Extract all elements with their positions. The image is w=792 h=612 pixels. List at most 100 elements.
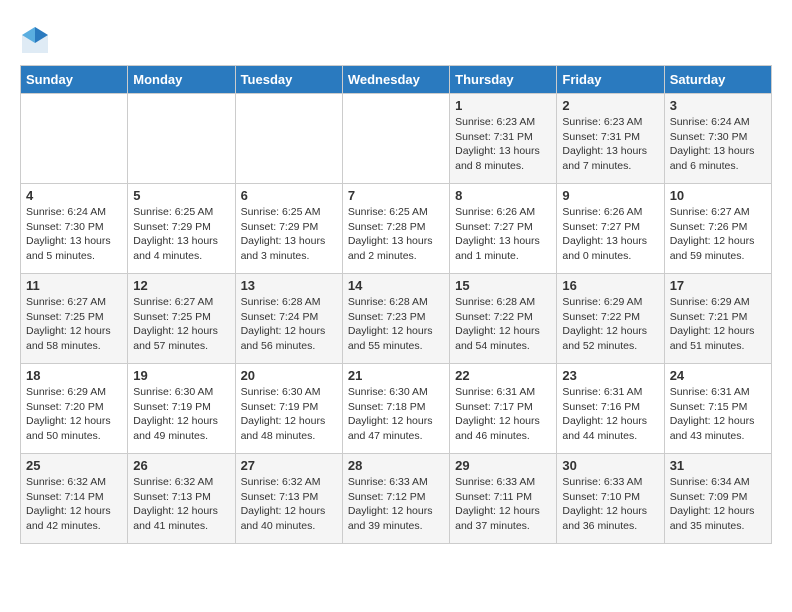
calendar-cell: 30Sunrise: 6:33 AM Sunset: 7:10 PM Dayli… bbox=[557, 454, 664, 544]
header-wednesday: Wednesday bbox=[342, 66, 449, 94]
day-number: 3 bbox=[670, 98, 766, 113]
calendar-cell: 29 Sunrise: 6:33 AM Sunset: 7:11 PM Dayli… bbox=[450, 454, 557, 544]
day-number: 27 bbox=[241, 458, 337, 473]
calendar-cell: 27 Sunrise: 6:32 AM Sunset: 7:13 PM Dayli… bbox=[235, 454, 342, 544]
day-number: 21 bbox=[348, 368, 444, 383]
cell-content: Sunrise: 6:24 AM Sunset: 7:30 PM Dayligh… bbox=[670, 115, 766, 174]
calendar-cell bbox=[128, 94, 235, 184]
calendar-cell: 14Sunrise: 6:28 AM Sunset: 7:23 PM Dayli… bbox=[342, 274, 449, 364]
cell-content: Sunrise: 6:26 AM Sunset: 7:27 PM Dayligh… bbox=[455, 205, 551, 264]
cell-content: Sunrise: 6:32 AM Sunset: 7:13 PM Dayligh… bbox=[133, 475, 229, 534]
calendar-cell: 16 Sunrise: 6:29 AM Sunset: 7:22 PM Dayli… bbox=[557, 274, 664, 364]
day-number: 11 bbox=[26, 278, 122, 293]
calendar-cell: 19 Sunrise: 6:30 AM Sunset: 7:19 PM Dayli… bbox=[128, 364, 235, 454]
header-thursday: Thursday bbox=[450, 66, 557, 94]
day-number: 24 bbox=[670, 368, 766, 383]
day-number: 19 bbox=[133, 368, 229, 383]
day-number: 7 bbox=[348, 188, 444, 203]
page-header bbox=[20, 20, 772, 55]
calendar-cell: 18Sunrise: 6:29 AM Sunset: 7:20 PM Dayli… bbox=[21, 364, 128, 454]
cell-content: Sunrise: 6:29 AM Sunset: 7:21 PM Dayligh… bbox=[670, 295, 766, 354]
cell-content: Sunrise: 6:27 AM Sunset: 7:25 PM Dayligh… bbox=[26, 295, 122, 354]
day-number: 22 bbox=[455, 368, 551, 383]
calendar-cell: 15Sunrise: 6:28 AM Sunset: 7:22 PM Dayli… bbox=[450, 274, 557, 364]
calendar-cell: 1 Sunrise: 6:23 AM Sunset: 7:31 PM Daylig… bbox=[450, 94, 557, 184]
calendar-week-1: 1 Sunrise: 6:23 AM Sunset: 7:31 PM Daylig… bbox=[21, 94, 772, 184]
calendar-week-5: 25 Sunrise: 6:32 AM Sunset: 7:14 PM Dayli… bbox=[21, 454, 772, 544]
calendar-cell: 23 Sunrise: 6:31 AM Sunset: 7:16 PM Dayli… bbox=[557, 364, 664, 454]
calendar-cell: 3 Sunrise: 6:24 AM Sunset: 7:30 PM Daylig… bbox=[664, 94, 771, 184]
calendar-cell: 25 Sunrise: 6:32 AM Sunset: 7:14 PM Dayli… bbox=[21, 454, 128, 544]
day-number: 9 bbox=[562, 188, 658, 203]
calendar-cell: 31Sunrise: 6:34 AM Sunset: 7:09 PM Dayli… bbox=[664, 454, 771, 544]
calendar-cell: 2Sunrise: 6:23 AM Sunset: 7:31 PM Daylig… bbox=[557, 94, 664, 184]
calendar-cell: 12 Sunrise: 6:27 AM Sunset: 7:25 PM Dayli… bbox=[128, 274, 235, 364]
day-number: 6 bbox=[241, 188, 337, 203]
cell-content: Sunrise: 6:28 AM Sunset: 7:23 PM Dayligh… bbox=[348, 295, 444, 354]
day-number: 1 bbox=[455, 98, 551, 113]
calendar-cell: 22 Sunrise: 6:31 AM Sunset: 7:17 PM Dayli… bbox=[450, 364, 557, 454]
cell-content: Sunrise: 6:27 AM Sunset: 7:26 PM Dayligh… bbox=[670, 205, 766, 264]
calendar-week-4: 18Sunrise: 6:29 AM Sunset: 7:20 PM Dayli… bbox=[21, 364, 772, 454]
calendar-cell: 11 Sunrise: 6:27 AM Sunset: 7:25 PM Dayli… bbox=[21, 274, 128, 364]
cell-content: Sunrise: 6:27 AM Sunset: 7:25 PM Dayligh… bbox=[133, 295, 229, 354]
cell-content: Sunrise: 6:25 AM Sunset: 7:28 PM Dayligh… bbox=[348, 205, 444, 264]
cell-content: Sunrise: 6:32 AM Sunset: 7:14 PM Dayligh… bbox=[26, 475, 122, 534]
logo bbox=[20, 25, 54, 55]
calendar-cell: 20 Sunrise: 6:30 AM Sunset: 7:19 PM Dayli… bbox=[235, 364, 342, 454]
calendar-table: Sunday Monday Tuesday Wednesday Thursday… bbox=[20, 65, 772, 544]
cell-content: Sunrise: 6:30 AM Sunset: 7:19 PM Dayligh… bbox=[133, 385, 229, 444]
header-row: Sunday Monday Tuesday Wednesday Thursday… bbox=[21, 66, 772, 94]
day-number: 4 bbox=[26, 188, 122, 203]
cell-content: Sunrise: 6:31 AM Sunset: 7:17 PM Dayligh… bbox=[455, 385, 551, 444]
calendar-cell: 28 Sunrise: 6:33 AM Sunset: 7:12 PM Dayli… bbox=[342, 454, 449, 544]
day-number: 13 bbox=[241, 278, 337, 293]
calendar-cell bbox=[235, 94, 342, 184]
header-tuesday: Tuesday bbox=[235, 66, 342, 94]
cell-content: Sunrise: 6:26 AM Sunset: 7:27 PM Dayligh… bbox=[562, 205, 658, 264]
logo-icon bbox=[20, 25, 50, 55]
day-number: 23 bbox=[562, 368, 658, 383]
day-number: 29 bbox=[455, 458, 551, 473]
cell-content: Sunrise: 6:33 AM Sunset: 7:10 PM Dayligh… bbox=[562, 475, 658, 534]
calendar-cell: 21 Sunrise: 6:30 AM Sunset: 7:18 PM Dayli… bbox=[342, 364, 449, 454]
cell-content: Sunrise: 6:25 AM Sunset: 7:29 PM Dayligh… bbox=[241, 205, 337, 264]
day-number: 25 bbox=[26, 458, 122, 473]
calendar-cell: 7 Sunrise: 6:25 AM Sunset: 7:28 PM Daylig… bbox=[342, 184, 449, 274]
calendar-cell: 13Sunrise: 6:28 AM Sunset: 7:24 PM Dayli… bbox=[235, 274, 342, 364]
header-monday: Monday bbox=[128, 66, 235, 94]
cell-content: Sunrise: 6:24 AM Sunset: 7:30 PM Dayligh… bbox=[26, 205, 122, 264]
day-number: 26 bbox=[133, 458, 229, 473]
calendar-cell: 10 Sunrise: 6:27 AM Sunset: 7:26 PM Dayli… bbox=[664, 184, 771, 274]
cell-content: Sunrise: 6:25 AM Sunset: 7:29 PM Dayligh… bbox=[133, 205, 229, 264]
day-number: 10 bbox=[670, 188, 766, 203]
calendar-week-3: 11 Sunrise: 6:27 AM Sunset: 7:25 PM Dayli… bbox=[21, 274, 772, 364]
cell-content: Sunrise: 6:33 AM Sunset: 7:11 PM Dayligh… bbox=[455, 475, 551, 534]
calendar-cell bbox=[21, 94, 128, 184]
day-number: 28 bbox=[348, 458, 444, 473]
day-number: 20 bbox=[241, 368, 337, 383]
calendar-cell: 5Sunrise: 6:25 AM Sunset: 7:29 PM Daylig… bbox=[128, 184, 235, 274]
calendar-cell: 17Sunrise: 6:29 AM Sunset: 7:21 PM Dayli… bbox=[664, 274, 771, 364]
cell-content: Sunrise: 6:23 AM Sunset: 7:31 PM Dayligh… bbox=[455, 115, 551, 174]
calendar-week-2: 4 Sunrise: 6:24 AM Sunset: 7:30 PM Daylig… bbox=[21, 184, 772, 274]
cell-content: Sunrise: 6:30 AM Sunset: 7:19 PM Dayligh… bbox=[241, 385, 337, 444]
calendar-cell: 26 Sunrise: 6:32 AM Sunset: 7:13 PM Dayli… bbox=[128, 454, 235, 544]
cell-content: Sunrise: 6:33 AM Sunset: 7:12 PM Dayligh… bbox=[348, 475, 444, 534]
calendar-cell: 6 Sunrise: 6:25 AM Sunset: 7:29 PM Daylig… bbox=[235, 184, 342, 274]
day-number: 15 bbox=[455, 278, 551, 293]
calendar-cell: 8Sunrise: 6:26 AM Sunset: 7:27 PM Daylig… bbox=[450, 184, 557, 274]
cell-content: Sunrise: 6:30 AM Sunset: 7:18 PM Dayligh… bbox=[348, 385, 444, 444]
day-number: 18 bbox=[26, 368, 122, 383]
header-sunday: Sunday bbox=[21, 66, 128, 94]
day-number: 31 bbox=[670, 458, 766, 473]
calendar-cell: 9 Sunrise: 6:26 AM Sunset: 7:27 PM Daylig… bbox=[557, 184, 664, 274]
cell-content: Sunrise: 6:32 AM Sunset: 7:13 PM Dayligh… bbox=[241, 475, 337, 534]
day-number: 16 bbox=[562, 278, 658, 293]
day-number: 12 bbox=[133, 278, 229, 293]
header-saturday: Saturday bbox=[664, 66, 771, 94]
cell-content: Sunrise: 6:23 AM Sunset: 7:31 PM Dayligh… bbox=[562, 115, 658, 174]
cell-content: Sunrise: 6:31 AM Sunset: 7:16 PM Dayligh… bbox=[562, 385, 658, 444]
cell-content: Sunrise: 6:29 AM Sunset: 7:22 PM Dayligh… bbox=[562, 295, 658, 354]
cell-content: Sunrise: 6:31 AM Sunset: 7:15 PM Dayligh… bbox=[670, 385, 766, 444]
